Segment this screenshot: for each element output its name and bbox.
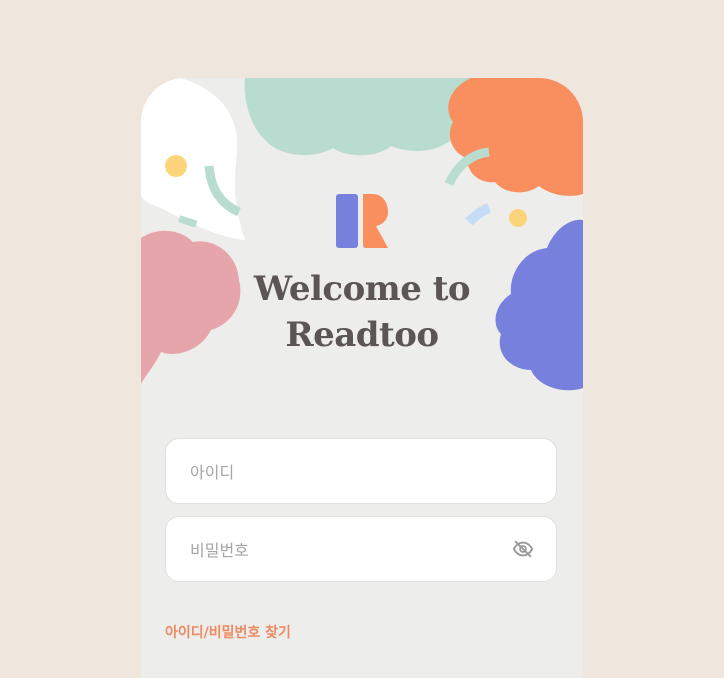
password-input[interactable] [188,517,512,583]
white-leaf-blob [141,78,245,240]
password-field[interactable] [165,516,557,583]
yellow-dot [165,155,187,177]
welcome-title: Welcome to Readtoo [141,266,583,358]
login-card: Welcome to Readtoo 아이디/비밀번호 찾기 [141,78,583,678]
mint-cloud-blob [244,78,473,156]
title-line-2: Readtoo [285,315,439,355]
eye-off-icon[interactable] [512,538,534,560]
blue-arc [465,203,492,226]
yellow-dot [509,209,527,227]
id-input[interactable] [188,439,512,505]
id-field[interactable] [165,438,557,505]
find-id-password-link[interactable]: 아이디/비밀번호 찾기 [165,622,291,642]
readtoo-logo-icon [336,194,388,248]
title-line-1: Welcome to [253,269,471,309]
orange-cloud-blob [448,78,583,196]
